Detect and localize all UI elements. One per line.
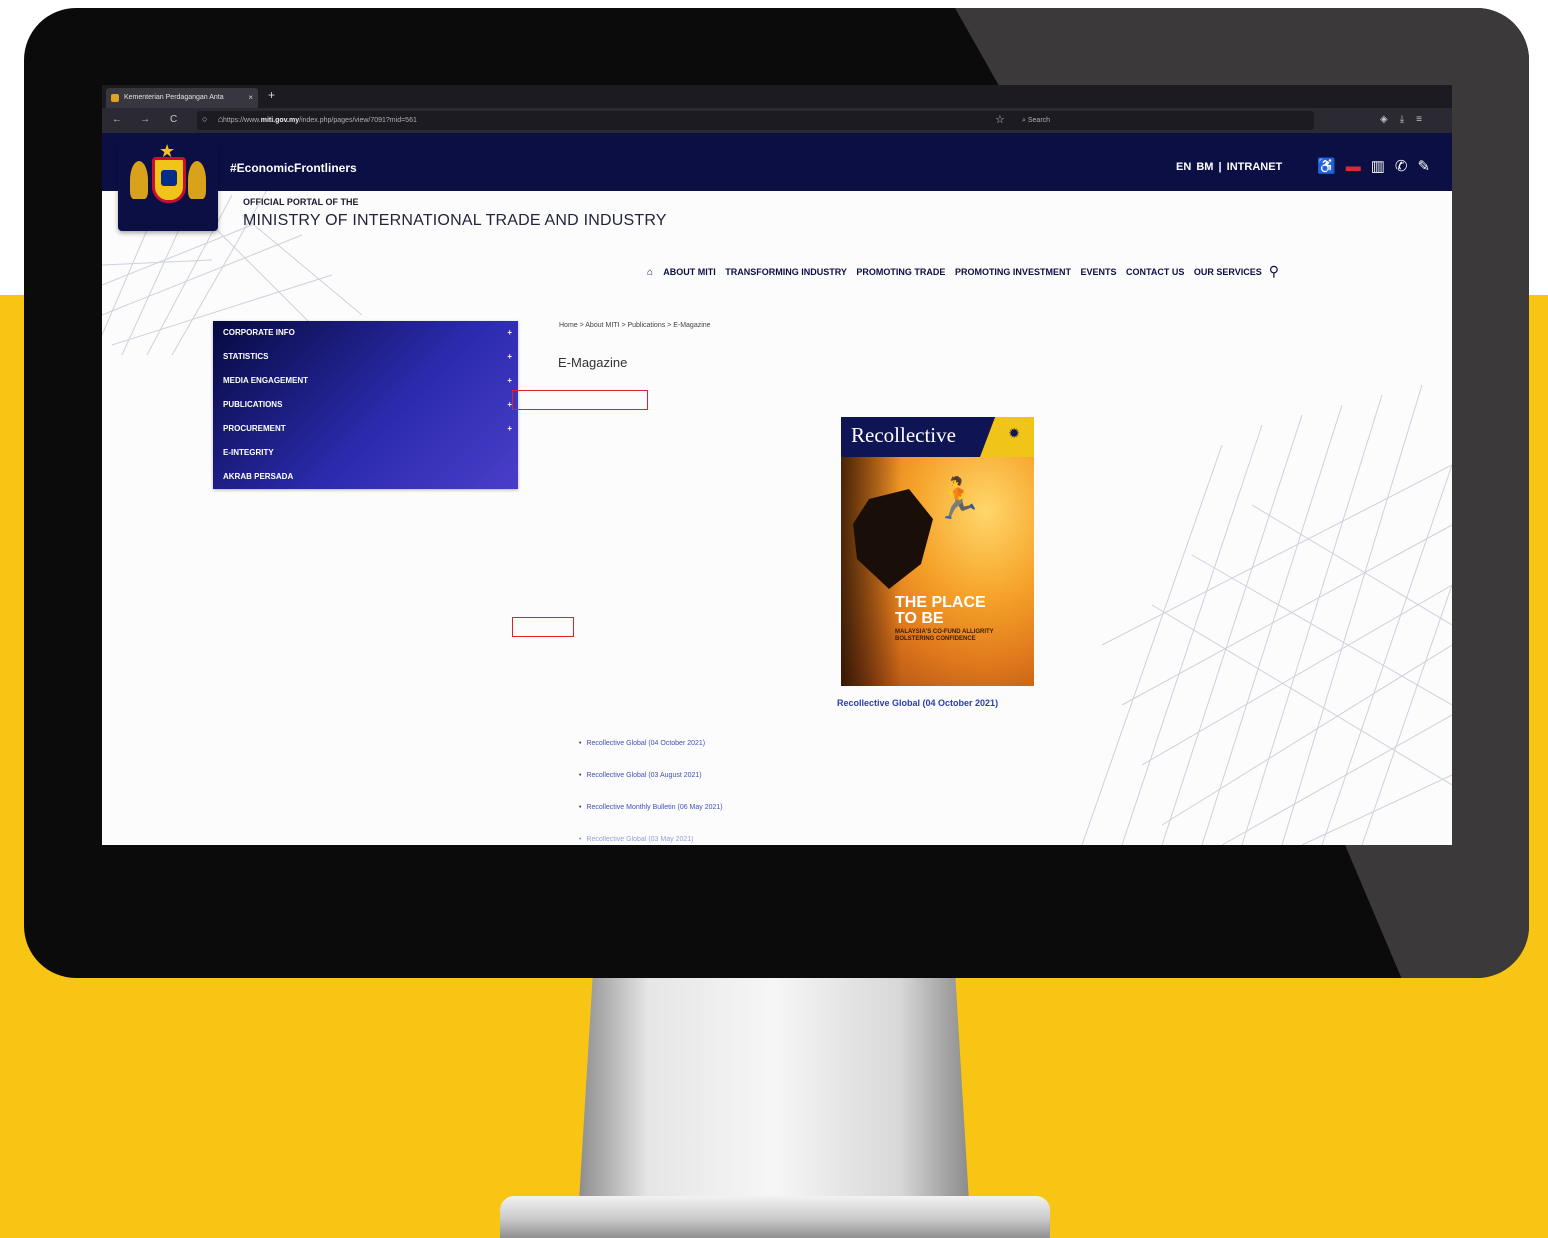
feedback-icon[interactable]: ✎ [1417, 158, 1430, 175]
magazine-cover-image[interactable]: ✹ Recollective 🏃 THE PLACE TO BE MALAYSI… [841, 417, 1034, 686]
search-icon[interactable]: ⚲ [1269, 263, 1279, 279]
shield-lock-icon: ○ ⌂ [202, 114, 228, 124]
lang-en-link[interactable]: EN [1176, 161, 1191, 173]
sidebar-menu: CORPORATE INFO + STATISTICS + MEDIA ENGAGE… [213, 321, 518, 489]
sidebar-item-media-engagement[interactable]: MEDIA ENGAGEMENT + [213, 369, 518, 393]
forward-button[interactable]: → [140, 114, 150, 125]
expand-icon[interactable]: + [507, 417, 512, 441]
sidebar-item-label: MEDIA ENGAGEMENT [223, 376, 309, 385]
monitor-screen: Kementerian Perdagangan Anta × + ← → C h… [102, 85, 1452, 845]
browser-search-field[interactable]: ⌕ Search [1014, 111, 1314, 130]
list-item[interactable]: Recollective Global (03 May 2021) [579, 836, 723, 845]
phone-icon[interactable]: ✆ [1395, 158, 1408, 175]
header-hashtag[interactable]: #EconomicFrontliners [230, 161, 357, 175]
monitor-stand-neck [578, 960, 970, 1218]
expand-icon[interactable]: + [507, 321, 512, 345]
reload-button[interactable]: C [170, 114, 177, 125]
cover-subheadline: MALAYSIA'S CO-FUND ALLIGRITY BOLSTERING … [895, 629, 994, 642]
sidebar-item-label: CORPORATE INFO [223, 328, 295, 337]
monitor-stand-base [500, 1196, 1050, 1238]
featured-magazine-link[interactable]: Recollective Global (04 October 2021) [837, 698, 998, 708]
address-bar[interactable]: https://www.miti.gov.my/index.php/pages/… [197, 111, 1067, 130]
highlight-box [512, 390, 648, 410]
cover-headline-line-1: THE PLACE [895, 594, 986, 611]
coat-of-arms-logo[interactable]: ★ [118, 141, 218, 231]
header-icons: ♿ ▬ ▥ ✆ ✎ [1317, 157, 1440, 175]
new-tab-button[interactable]: + [268, 88, 275, 102]
sidebar-item-corporate-info[interactable]: CORPORATE INFO + [213, 321, 518, 345]
magazine-list: Recollective Global (04 October 2021) Re… [579, 740, 723, 845]
expand-icon[interactable]: + [507, 345, 512, 369]
sidebar-item-statistics[interactable]: STATISTICS + [213, 345, 518, 369]
nav-our-services[interactable]: OUR SERVICES [1194, 267, 1262, 277]
list-item[interactable]: Recollective Global (04 October 2021) [579, 740, 723, 772]
chat-icon[interactable]: ▬ [1346, 158, 1361, 175]
list-item[interactable]: Recollective Global (03 August 2021) [579, 772, 723, 804]
sidebar-item-label: AKRAB PERSADA [223, 472, 294, 481]
lang-bm-link[interactable]: BM [1196, 161, 1213, 173]
sidebar-item-label: PUBLICATIONS [223, 400, 283, 409]
cover-title: Recollective [851, 423, 956, 447]
nav-promoting-trade[interactable]: PROMOTING TRADE [856, 267, 945, 277]
sidebar-item-label: PROCUREMENT [223, 424, 286, 433]
sidebar-item-publications[interactable]: PUBLICATIONS + [213, 393, 518, 417]
cover-headline: THE PLACE TO BE [895, 595, 986, 627]
nav-events[interactable]: EVENTS [1080, 267, 1116, 277]
crest-star-icon: ★ [159, 141, 176, 161]
nav-contact-us[interactable]: CONTACT US [1126, 267, 1184, 277]
cover-headline-line-2: TO BE [895, 610, 944, 627]
portal-title: OFFICIAL PORTAL OF THE [243, 197, 359, 207]
toolbar-menu-icons[interactable]: ◈⤓≡ [1380, 114, 1434, 125]
back-button[interactable]: ← [112, 114, 122, 125]
url-suffix: /index.php/pages/view/7091?mid=561 [299, 117, 417, 124]
tab-close-icon[interactable]: × [248, 88, 253, 108]
sidebar-item-akrab-persada[interactable]: AKRAB PERSADA [213, 465, 518, 489]
building-icon[interactable]: ▥ [1371, 158, 1385, 175]
nav-promoting-investment[interactable]: PROMOTING INVESTMENT [955, 267, 1071, 277]
search-placeholder: Search [1027, 117, 1051, 124]
ministry-name: MINISTRY OF INTERNATIONAL TRADE AND INDU… [243, 212, 667, 229]
browser-tab-bar: Kementerian Perdagangan Anta × + [102, 85, 1452, 108]
highlight-box [512, 617, 574, 637]
page-title: E-Magazine [558, 355, 628, 370]
url-domain: miti.gov.my [260, 117, 300, 124]
browser-toolbar: ← → C https://www.miti.gov.my/index.php/… [102, 108, 1452, 133]
nav-transforming-industry[interactable]: TRANSFORMING INDUSTRY [725, 267, 847, 277]
bookmark-star-icon[interactable]: ☆ [995, 113, 1005, 126]
crest-right-tiger [188, 161, 206, 199]
crest-icon: ✹ [1008, 425, 1020, 441]
sidebar-item-label: E-INTEGRITY [223, 448, 274, 457]
crest-left-tiger [130, 161, 148, 199]
runner-icon: 🏃 [933, 477, 983, 521]
nav-about-miti[interactable]: ABOUT MITI [663, 267, 716, 277]
home-icon[interactable]: ⌂ [647, 267, 653, 278]
crest-shield [152, 157, 186, 203]
sidebar-item-label: STATISTICS [223, 352, 269, 361]
favicon-icon [111, 94, 119, 102]
tab-title: Kementerian Perdagangan Anta [124, 94, 224, 101]
breadcrumb[interactable]: Home > About MITI > Publications > E-Mag… [559, 322, 711, 329]
intranet-link[interactable]: INTRANET [1227, 161, 1283, 173]
list-item[interactable]: Recollective Monthly Bulletin (06 May 20… [579, 804, 722, 836]
sidebar-item-procurement[interactable]: PROCUREMENT + [213, 417, 518, 441]
accessibility-icon[interactable]: ♿ [1317, 158, 1336, 175]
language-links: EN BM | INTRANET [1176, 161, 1282, 173]
url-prefix: https://www. [223, 117, 261, 124]
browser-tab[interactable]: Kementerian Perdagangan Anta × [106, 88, 258, 108]
sidebar-item-e-integrity[interactable]: E-INTEGRITY [213, 441, 518, 465]
lang-separator: | [1218, 161, 1222, 173]
main-navigation: ⌂ ABOUT MITI TRANSFORMING INDUSTRY PROMO… [647, 262, 1286, 279]
